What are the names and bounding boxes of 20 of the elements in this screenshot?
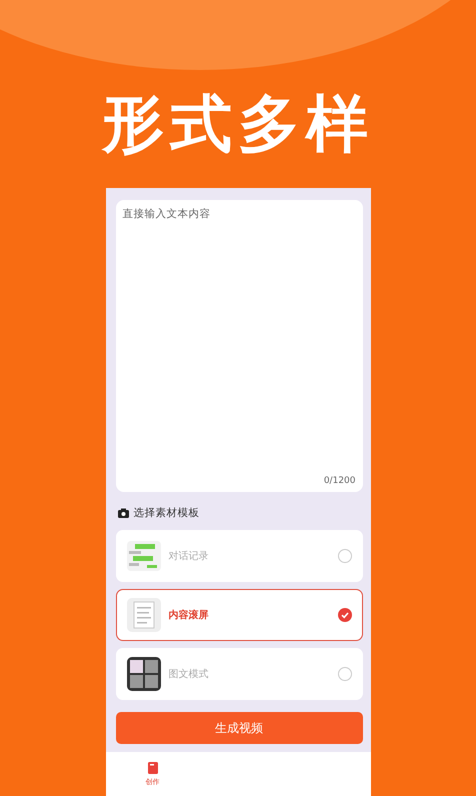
template-label: 图文模式 [168,668,210,681]
generate-video-button[interactable]: 生成视频 [116,712,362,744]
radio-button[interactable] [338,549,352,563]
chat-thumbnail-drawing [126,541,160,571]
template-option[interactable]: 内容滚屏 [116,589,362,641]
input-placeholder: 直接输入文本内容 [122,207,212,221]
text-input-field[interactable]: 直接输入文本内容 0/1200 [116,200,362,492]
radio-button[interactable] [338,667,352,681]
document-icon [148,762,158,774]
document-thumbnail-drawing [126,598,160,632]
checkmark-icon [338,608,352,622]
template-label: 对话记录 [168,550,210,563]
grid-thumbnail-drawing [126,657,160,691]
template-option[interactable]: 图文模式 [116,648,362,700]
template-label: 内容滚屏 [168,608,210,622]
headline: 形式多样 [102,88,374,160]
template-option[interactable]: 对话记录 [116,530,362,582]
section-title: 选择素材模板 [134,506,200,520]
camera-icon [118,508,128,518]
character-counter: 0/1200 [324,476,356,486]
